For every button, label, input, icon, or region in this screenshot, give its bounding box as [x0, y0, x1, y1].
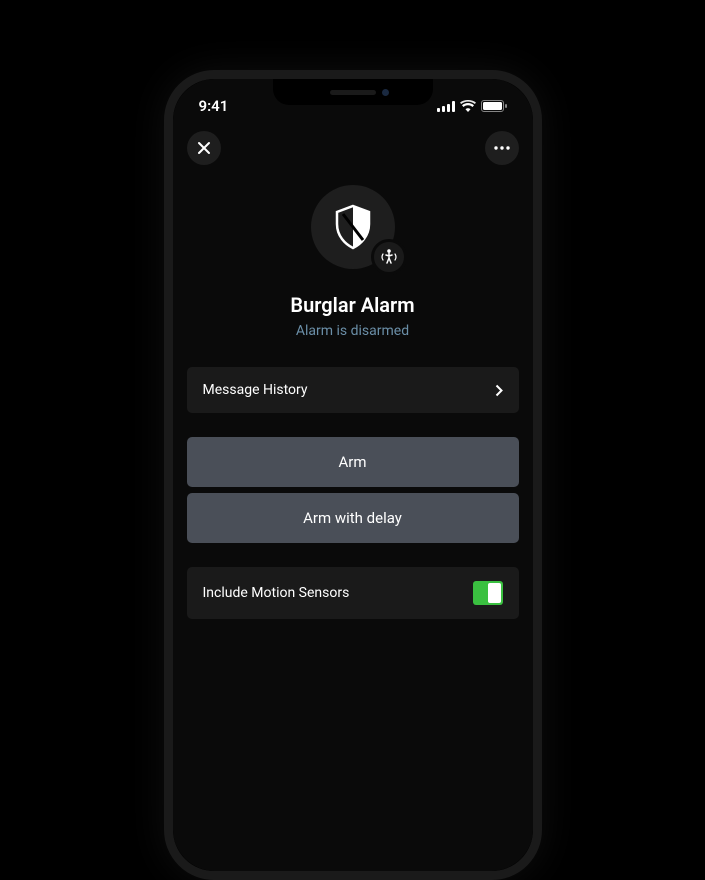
more-button[interactable]	[485, 131, 519, 165]
include-motion-row: Include Motion Sensors	[187, 567, 519, 619]
phone-camera	[382, 89, 389, 96]
alarm-title: Burglar Alarm	[173, 293, 533, 317]
status-icons	[437, 100, 507, 112]
include-motion-label: Include Motion Sensors	[203, 585, 350, 601]
status-time: 9:41	[199, 97, 229, 115]
action-buttons: Arm Arm with delay	[187, 437, 519, 543]
battery-icon	[481, 100, 507, 112]
more-icon	[494, 146, 510, 150]
phone-speaker	[330, 90, 376, 95]
title-section: Burglar Alarm Alarm is disarmed	[173, 293, 533, 339]
chevron-right-icon	[495, 384, 503, 397]
include-motion-toggle[interactable]	[473, 581, 503, 605]
arm-delay-button[interactable]: Arm with delay	[187, 493, 519, 543]
close-icon	[197, 141, 211, 155]
wifi-icon	[460, 100, 476, 112]
shield-icon	[333, 204, 373, 250]
alarm-circle	[311, 185, 395, 269]
content: Message History Arm Arm with delay Inclu…	[173, 367, 533, 619]
toggle-knob	[488, 583, 501, 603]
motion-icon	[379, 247, 399, 267]
signal-icon	[437, 101, 455, 112]
close-button[interactable]	[187, 131, 221, 165]
header	[173, 123, 533, 173]
alarm-icon-container	[173, 185, 533, 269]
phone-frame: 9:41	[164, 70, 542, 880]
message-history-label: Message History	[203, 382, 308, 398]
arm-button[interactable]: Arm	[187, 437, 519, 487]
motion-sub-icon	[371, 239, 407, 275]
message-history-row[interactable]: Message History	[187, 367, 519, 413]
phone-notch	[273, 79, 433, 105]
screen: 9:41	[173, 79, 533, 871]
alarm-status: Alarm is disarmed	[173, 323, 533, 339]
